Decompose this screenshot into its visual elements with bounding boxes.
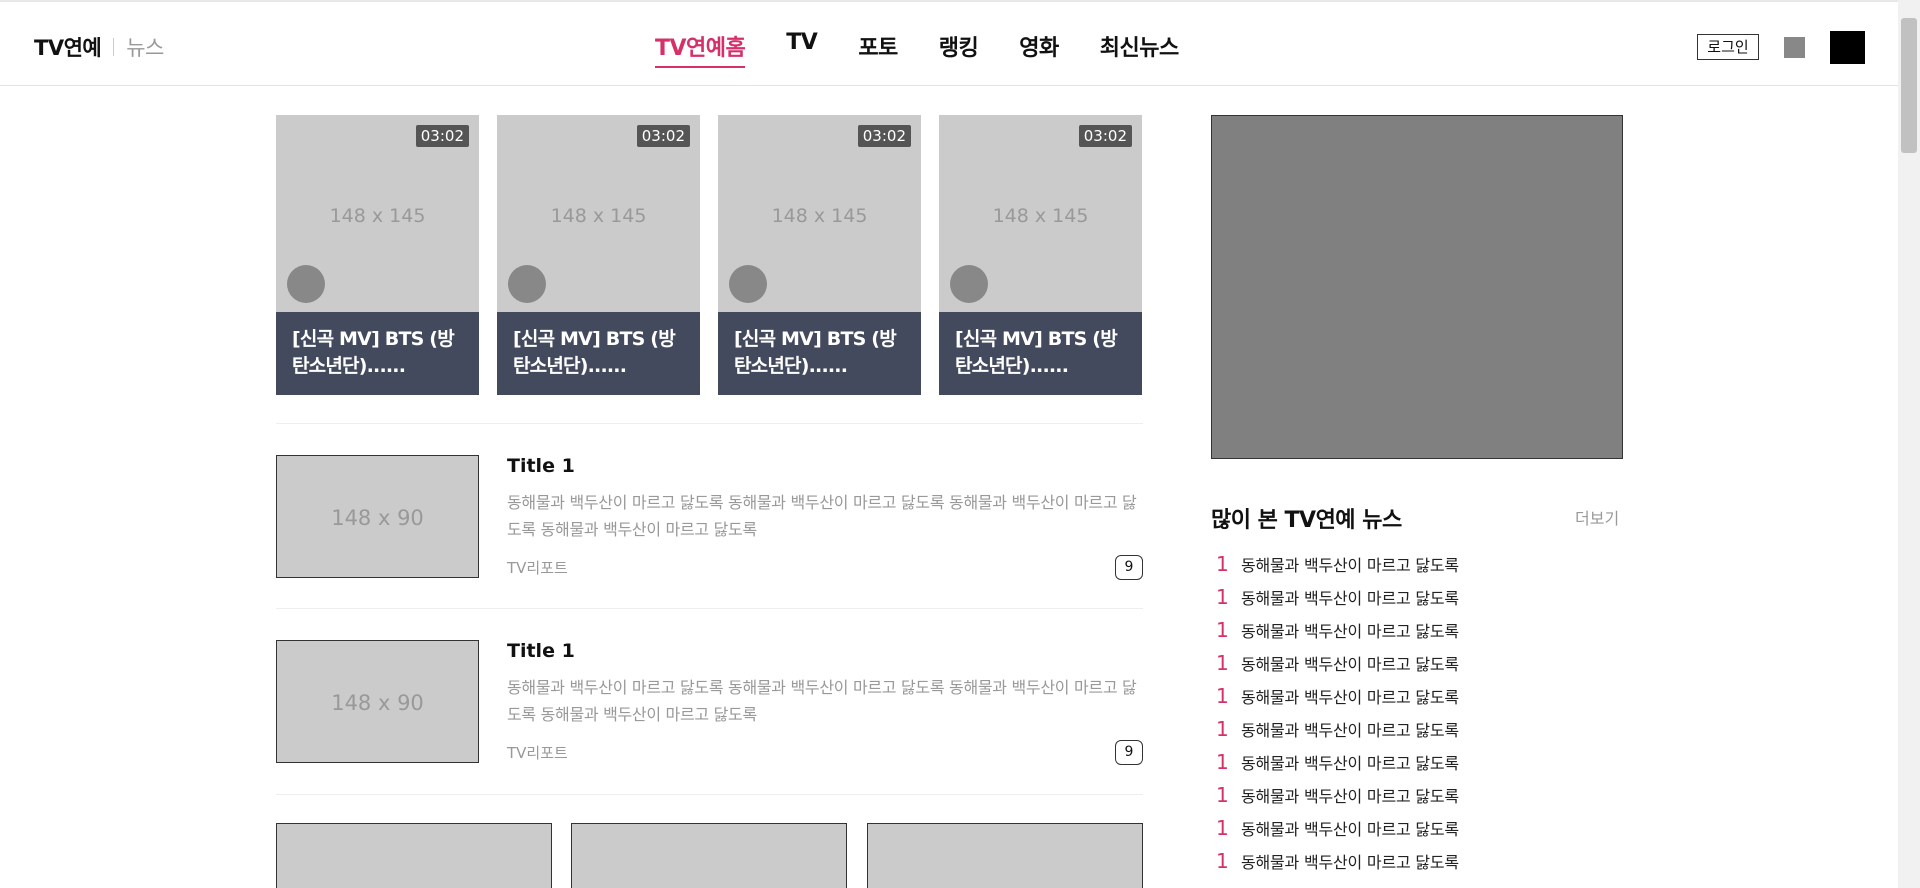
comment-count-badge[interactable]: 9 xyxy=(1115,740,1143,765)
popular-news-item[interactable]: 1 동해물과 백두산이 마르고 닳도록 xyxy=(1211,613,1459,646)
play-icon xyxy=(508,265,546,303)
duration-badge: 03:02 xyxy=(1078,125,1132,147)
thumbnail-placeholder: 148 x 145 xyxy=(992,205,1089,227)
duration-badge: 03:02 xyxy=(857,125,911,147)
video-caption: [신곡 MV] BTS (방탄소년단)...... xyxy=(939,312,1142,395)
video-card[interactable]: 148 x 145 03:02 [신곡 MV] BTS (방탄소년단).....… xyxy=(939,115,1142,395)
rank-number: 1 xyxy=(1216,617,1229,642)
rank-number: 1 xyxy=(1216,716,1229,741)
news-source: TV리포트 xyxy=(507,559,568,577)
popular-news-text: 동해물과 백두산이 마르고 닳도록 xyxy=(1241,687,1459,707)
popular-news-item[interactable]: 1 동해물과 백두산이 마르고 닳도록 xyxy=(1211,646,1459,679)
video-card-list: 148 x 145 03:02 [신곡 MV] BTS (방탄소년단).....… xyxy=(276,115,1160,395)
more-link[interactable]: 더보기 xyxy=(1575,505,1619,529)
nav-item-latest-news[interactable]: 최신뉴스 xyxy=(1100,30,1179,68)
thumbnail-placeholder: 148 x 90 xyxy=(331,691,424,715)
video-caption: [신곡 MV] BTS (방탄소년단)...... xyxy=(718,312,921,395)
popular-news-text: 동해물과 백두산이 마르고 닳도록 xyxy=(1241,852,1459,872)
video-card[interactable]: 148 x 145 03:02 [신곡 MV] BTS (방탄소년단).....… xyxy=(497,115,700,395)
play-icon xyxy=(729,265,767,303)
nav-item-tv[interactable]: TV xyxy=(786,30,818,68)
popular-news-text: 동해물과 백두산이 마르고 닳도록 xyxy=(1241,819,1459,839)
video-caption: [신곡 MV] BTS (방탄소년단)...... xyxy=(497,312,700,395)
video-card[interactable]: 148 x 145 03:02 [신곡 MV] BTS (방탄소년단).....… xyxy=(276,115,479,395)
duration-badge: 03:02 xyxy=(636,125,690,147)
video-card[interactable]: 148 x 145 03:02 [신곡 MV] BTS (방탄소년단).....… xyxy=(718,115,921,395)
logo-separator xyxy=(113,38,115,56)
site-header: TV연예 뉴스 TV연예홈 TV 포토 랭킹 영화 최신뉴스 로그인 xyxy=(0,2,1898,86)
popular-news-text: 동해물과 백두산이 마르고 닳도록 xyxy=(1241,753,1459,773)
logo-main: TV연예 xyxy=(34,36,102,60)
video-thumbnail: 148 x 145 03:02 xyxy=(497,115,700,312)
comment-count-badge[interactable]: 9 xyxy=(1115,555,1143,580)
thumbnail-placeholder: 148 x 90 xyxy=(331,506,424,530)
popular-news-item[interactable]: 1 동해물과 백두산이 마르고 닳도록 xyxy=(1211,844,1459,877)
nav-item-ranking[interactable]: 랭킹 xyxy=(939,30,979,68)
nav-item-photo[interactable]: 포토 xyxy=(858,30,898,68)
rank-number: 1 xyxy=(1216,749,1229,774)
nav-item-movie[interactable]: 영화 xyxy=(1019,30,1059,68)
rank-number: 1 xyxy=(1216,815,1229,840)
popular-news-item[interactable]: 1 동해물과 백두산이 마르고 닳도록 xyxy=(1211,778,1459,811)
popular-news-item[interactable]: 1 동해물과 백두산이 마르고 닳도록 xyxy=(1211,811,1459,844)
popular-news-list: 1 동해물과 백두산이 마르고 닳도록 1 동해물과 백두산이 마르고 닳도록 1동… xyxy=(1211,547,1459,877)
rank-number: 1 xyxy=(1216,782,1229,807)
popular-news-text: 동해물과 백두산이 마르고 닳도록 xyxy=(1241,720,1459,740)
section-divider xyxy=(276,794,1143,795)
rank-number: 1 xyxy=(1216,584,1229,609)
rank-number: 1 xyxy=(1216,551,1229,576)
popular-news-item[interactable]: 1 동해물과 백두산이 마르고 닳도록 xyxy=(1211,580,1459,613)
thumbnail-placeholder: 148 x 145 xyxy=(550,205,647,227)
popular-news-title: 많이 본 TV연예 뉴스 xyxy=(1211,508,1402,533)
play-icon xyxy=(950,265,988,303)
menu-icon[interactable] xyxy=(1784,37,1805,58)
grid-card[interactable] xyxy=(867,823,1143,888)
grid-card[interactable] xyxy=(276,823,552,888)
news-thumbnail: 148 x 90 xyxy=(276,455,479,578)
news-title[interactable]: Title 1 xyxy=(507,455,575,477)
thumbnail-placeholder: 148 x 145 xyxy=(771,205,868,227)
main-nav: TV연예홈 TV 포토 랭킹 영화 최신뉴스 xyxy=(655,30,1220,68)
duration-badge: 03:02 xyxy=(415,125,469,147)
nav-item-tv-home[interactable]: TV연예홈 xyxy=(655,30,746,68)
popular-news-text: 동해물과 백두산이 마르고 닳도록 xyxy=(1241,621,1459,641)
thumbnail-placeholder: 148 x 145 xyxy=(329,205,426,227)
video-thumbnail: 148 x 145 03:02 xyxy=(718,115,921,312)
rank-number: 1 xyxy=(1216,683,1229,708)
scrollbar-thumb[interactable] xyxy=(1901,18,1917,153)
grid-card[interactable] xyxy=(571,823,847,888)
rank-number: 1 xyxy=(1216,650,1229,675)
profile-icon[interactable] xyxy=(1830,31,1865,64)
logo-sub: 뉴스 xyxy=(126,36,164,60)
ad-banner[interactable] xyxy=(1211,115,1623,459)
video-caption: [신곡 MV] BTS (방탄소년단)...... xyxy=(276,312,479,395)
popular-news-text: 동해물과 백두산이 마르고 닳도록 xyxy=(1241,588,1459,608)
popular-news-item[interactable]: 1 동해물과 백두산이 마르고 닳도록 xyxy=(1211,679,1459,712)
popular-news-text: 동해물과 백두산이 마르고 닳도록 xyxy=(1241,555,1459,575)
site-logo[interactable]: TV연예 뉴스 xyxy=(34,32,164,62)
news-title[interactable]: Title 1 xyxy=(507,640,575,662)
news-item[interactable]: 148 x 90 Title 1 동해물과 백두산이 마르고 닳도록 동해물과 … xyxy=(276,455,1143,580)
play-icon xyxy=(287,265,325,303)
section-divider xyxy=(276,608,1143,609)
popular-news-item[interactable]: 1 동해물과 백두산이 마르고 닳도록 xyxy=(1211,712,1459,745)
news-thumbnail: 148 x 90 xyxy=(276,640,479,763)
popular-news-item[interactable]: 1 동해물과 백두산이 마르고 닳도록 xyxy=(1211,745,1459,778)
news-description: 동해물과 백두산이 마르고 닳도록 동해물과 백두산이 마르고 닳도록 동해물과… xyxy=(507,678,1137,724)
rank-number: 1 xyxy=(1216,848,1229,873)
login-button[interactable]: 로그인 xyxy=(1697,34,1759,60)
popular-news-text: 동해물과 백두산이 마르고 닳도록 xyxy=(1241,654,1459,674)
popular-news-item[interactable]: 1 동해물과 백두산이 마르고 닳도록 xyxy=(1211,547,1459,580)
news-source: TV리포트 xyxy=(507,744,568,762)
video-thumbnail: 148 x 145 03:02 xyxy=(276,115,479,312)
news-item[interactable]: 148 x 90 Title 1 동해물과 백두산이 마르고 닳도록 동해물과 … xyxy=(276,640,1143,765)
news-description: 동해물과 백두산이 마르고 닳도록 동해물과 백두산이 마르고 닳도록 동해물과… xyxy=(507,493,1137,539)
video-thumbnail: 148 x 145 03:02 xyxy=(939,115,1142,312)
popular-news-text: 동해물과 백두산이 마르고 닳도록 xyxy=(1241,786,1459,806)
section-divider xyxy=(276,423,1143,424)
